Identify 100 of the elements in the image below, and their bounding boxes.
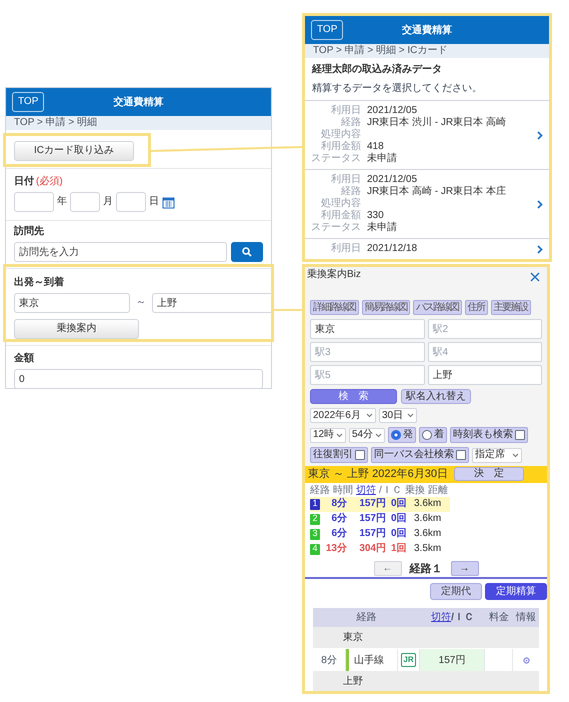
record-item[interactable]: 利用日 2021/12/05 経路 JR東日本 渋川 - JR東日本 高崎 処理内容 利用金額 418 ステータス 未申請 (305, 101, 549, 170)
map-button[interactable]: 詳細路線図 (310, 300, 358, 315)
minute-select[interactable]: 54分 (349, 428, 385, 442)
date-field[interactable] (116, 192, 146, 212)
route-distance: 3.6km (414, 514, 442, 524)
date-field[interactable] (70, 192, 100, 212)
column-header: 情報 (516, 610, 536, 625)
route-row[interactable]: 1 8分 157円 0回 3.6km (310, 496, 450, 512)
caret-icon (336, 432, 343, 438)
field-label: 日付 (14, 176, 34, 188)
breadcrumb: TOP > 申請 > 明細 > ICカード (305, 44, 549, 58)
date-field[interactable] (14, 192, 54, 212)
field-label: 出発～到着 (14, 277, 65, 289)
seat-select[interactable]: 指定席 (472, 448, 522, 462)
station-field[interactable]: 東京 (310, 319, 424, 339)
record-item[interactable]: 利用日 2021/12/05 経路 JR東日本 高崎 - JR東日本 本庄 処理内容 利用金額 330 ステータス 未申請 (305, 170, 549, 239)
panel-title: 乗換案内Biz (307, 268, 361, 282)
chevron-right-icon (537, 245, 543, 254)
required-note: (必須) (36, 176, 63, 188)
field-label: 訪問先 (14, 226, 45, 238)
route-time: 6分 (330, 514, 347, 524)
station-field[interactable]: 駅4 (428, 342, 542, 362)
station-field[interactable]: 駅5 (310, 365, 424, 385)
top-button[interactable]: TOP (12, 92, 44, 112)
line-name: 山手線 (354, 654, 384, 668)
calendar-icon (162, 196, 175, 208)
search-button[interactable] (231, 242, 263, 262)
route-number: 4 (310, 544, 320, 554)
transfer-guide-button[interactable]: 乗換案内 (14, 319, 139, 339)
station-field[interactable]: 駅3 (310, 342, 424, 362)
column-header: 経路 (356, 611, 376, 625)
fare-type-link[interactable]: 切符 (431, 610, 452, 625)
visit-field[interactable]: 訪問先を入力 (14, 242, 227, 262)
decide-button[interactable]: 決 定 (454, 467, 524, 482)
radio-option[interactable]: 発 (388, 427, 416, 443)
route-fare: 157円 (358, 529, 386, 539)
station-name: 東京 (343, 630, 363, 645)
checkbox[interactable] (456, 450, 466, 460)
arrival-field[interactable]: 上野 (152, 293, 271, 313)
record-label: 利用日 (330, 174, 361, 186)
route-row[interactable]: 3 6分 157円 0回 3.6km (310, 526, 450, 542)
checkbox-option[interactable]: 同一バス会社検索 (371, 447, 469, 463)
column-header: 料金 (489, 610, 509, 625)
caret-icon (407, 413, 414, 418)
top-button[interactable]: TOP (311, 20, 344, 40)
checkbox[interactable] (355, 450, 365, 460)
radio-option[interactable]: 着 (419, 427, 447, 443)
unit-label: 月 (103, 196, 113, 208)
amount-field[interactable]: 0 (14, 369, 263, 388)
record-value: 330 (367, 210, 385, 222)
chevron-right-icon (537, 131, 543, 140)
route-transfers: 0回 (391, 514, 408, 524)
map-button[interactable]: 主要施設 (490, 300, 530, 315)
checkbox[interactable] (515, 430, 525, 440)
station-field[interactable]: 駅2 (428, 319, 542, 339)
info-icon (522, 656, 530, 664)
column-header: /ＩＣ (379, 486, 402, 496)
search-button[interactable]: 検 索 (310, 389, 397, 404)
month-select[interactable]: 2022年6月 (310, 408, 376, 423)
record-label: 処理内容 (320, 129, 361, 140)
day-select[interactable]: 30日 (379, 408, 417, 423)
segment-fare: 157円 (420, 649, 485, 671)
operator-mark: JR (401, 653, 416, 667)
record-label: 利用日 (330, 105, 361, 117)
route-time: 8分 (330, 499, 347, 509)
route-row[interactable]: 2 6分 157円 0回 3.6km (310, 512, 450, 526)
fare-type-link[interactable]: 切符 (356, 486, 376, 496)
pass-button[interactable]: 定期代 (430, 583, 482, 600)
close-icon (530, 272, 540, 282)
record-label: ステータス (310, 222, 361, 234)
checkbox-option[interactable]: 往復割引 (310, 447, 368, 463)
record-value: 2021/12/05 (367, 105, 418, 116)
next-button[interactable]: → (450, 561, 478, 576)
record-label: 処理内容 (320, 198, 361, 210)
route-number: 3 (310, 528, 320, 540)
checkbox-option[interactable]: 時刻表も検索 (450, 427, 528, 443)
ic-card-button[interactable]: ICカード取り込み (14, 140, 134, 160)
hour-select[interactable]: 12時 (310, 428, 346, 442)
map-button[interactable]: バス路線図 (413, 300, 462, 315)
header-title: 交通費精算 (402, 23, 452, 38)
map-button[interactable]: 住所 (464, 300, 488, 315)
instruction-text: 精算するデータを選択してください。 (312, 83, 483, 95)
header-title: 交通費精算 (114, 95, 164, 110)
column-header: /ＩＣ (451, 611, 474, 625)
departure-field[interactable]: 東京 (14, 293, 130, 313)
record-item[interactable]: 利用日 2021/12/18 (305, 239, 549, 259)
map-button[interactable]: 簡易路線図 (362, 300, 410, 315)
record-value: JR東日本 高崎 - JR東日本 本庄 (367, 186, 507, 198)
swap-stations-button[interactable]: 駅名入れ替え (401, 389, 471, 404)
pass-button[interactable]: 定期精算 (485, 583, 547, 600)
route-row[interactable]: 4 13分 304円 1回 3.5km (310, 542, 450, 556)
route-time: 6分 (330, 529, 347, 539)
record-label: 経路 (340, 117, 361, 128)
record-label: ステータス (310, 153, 361, 165)
record-label: 利用金額 (320, 141, 361, 153)
caret-icon (512, 452, 519, 458)
record-value: JR東日本 渋川 - JR東日本 高崎 (367, 117, 507, 129)
previous-button[interactable]: ← (374, 561, 402, 576)
station-field[interactable]: 上野 (428, 365, 542, 385)
tilde-separator: ～ (136, 297, 146, 309)
